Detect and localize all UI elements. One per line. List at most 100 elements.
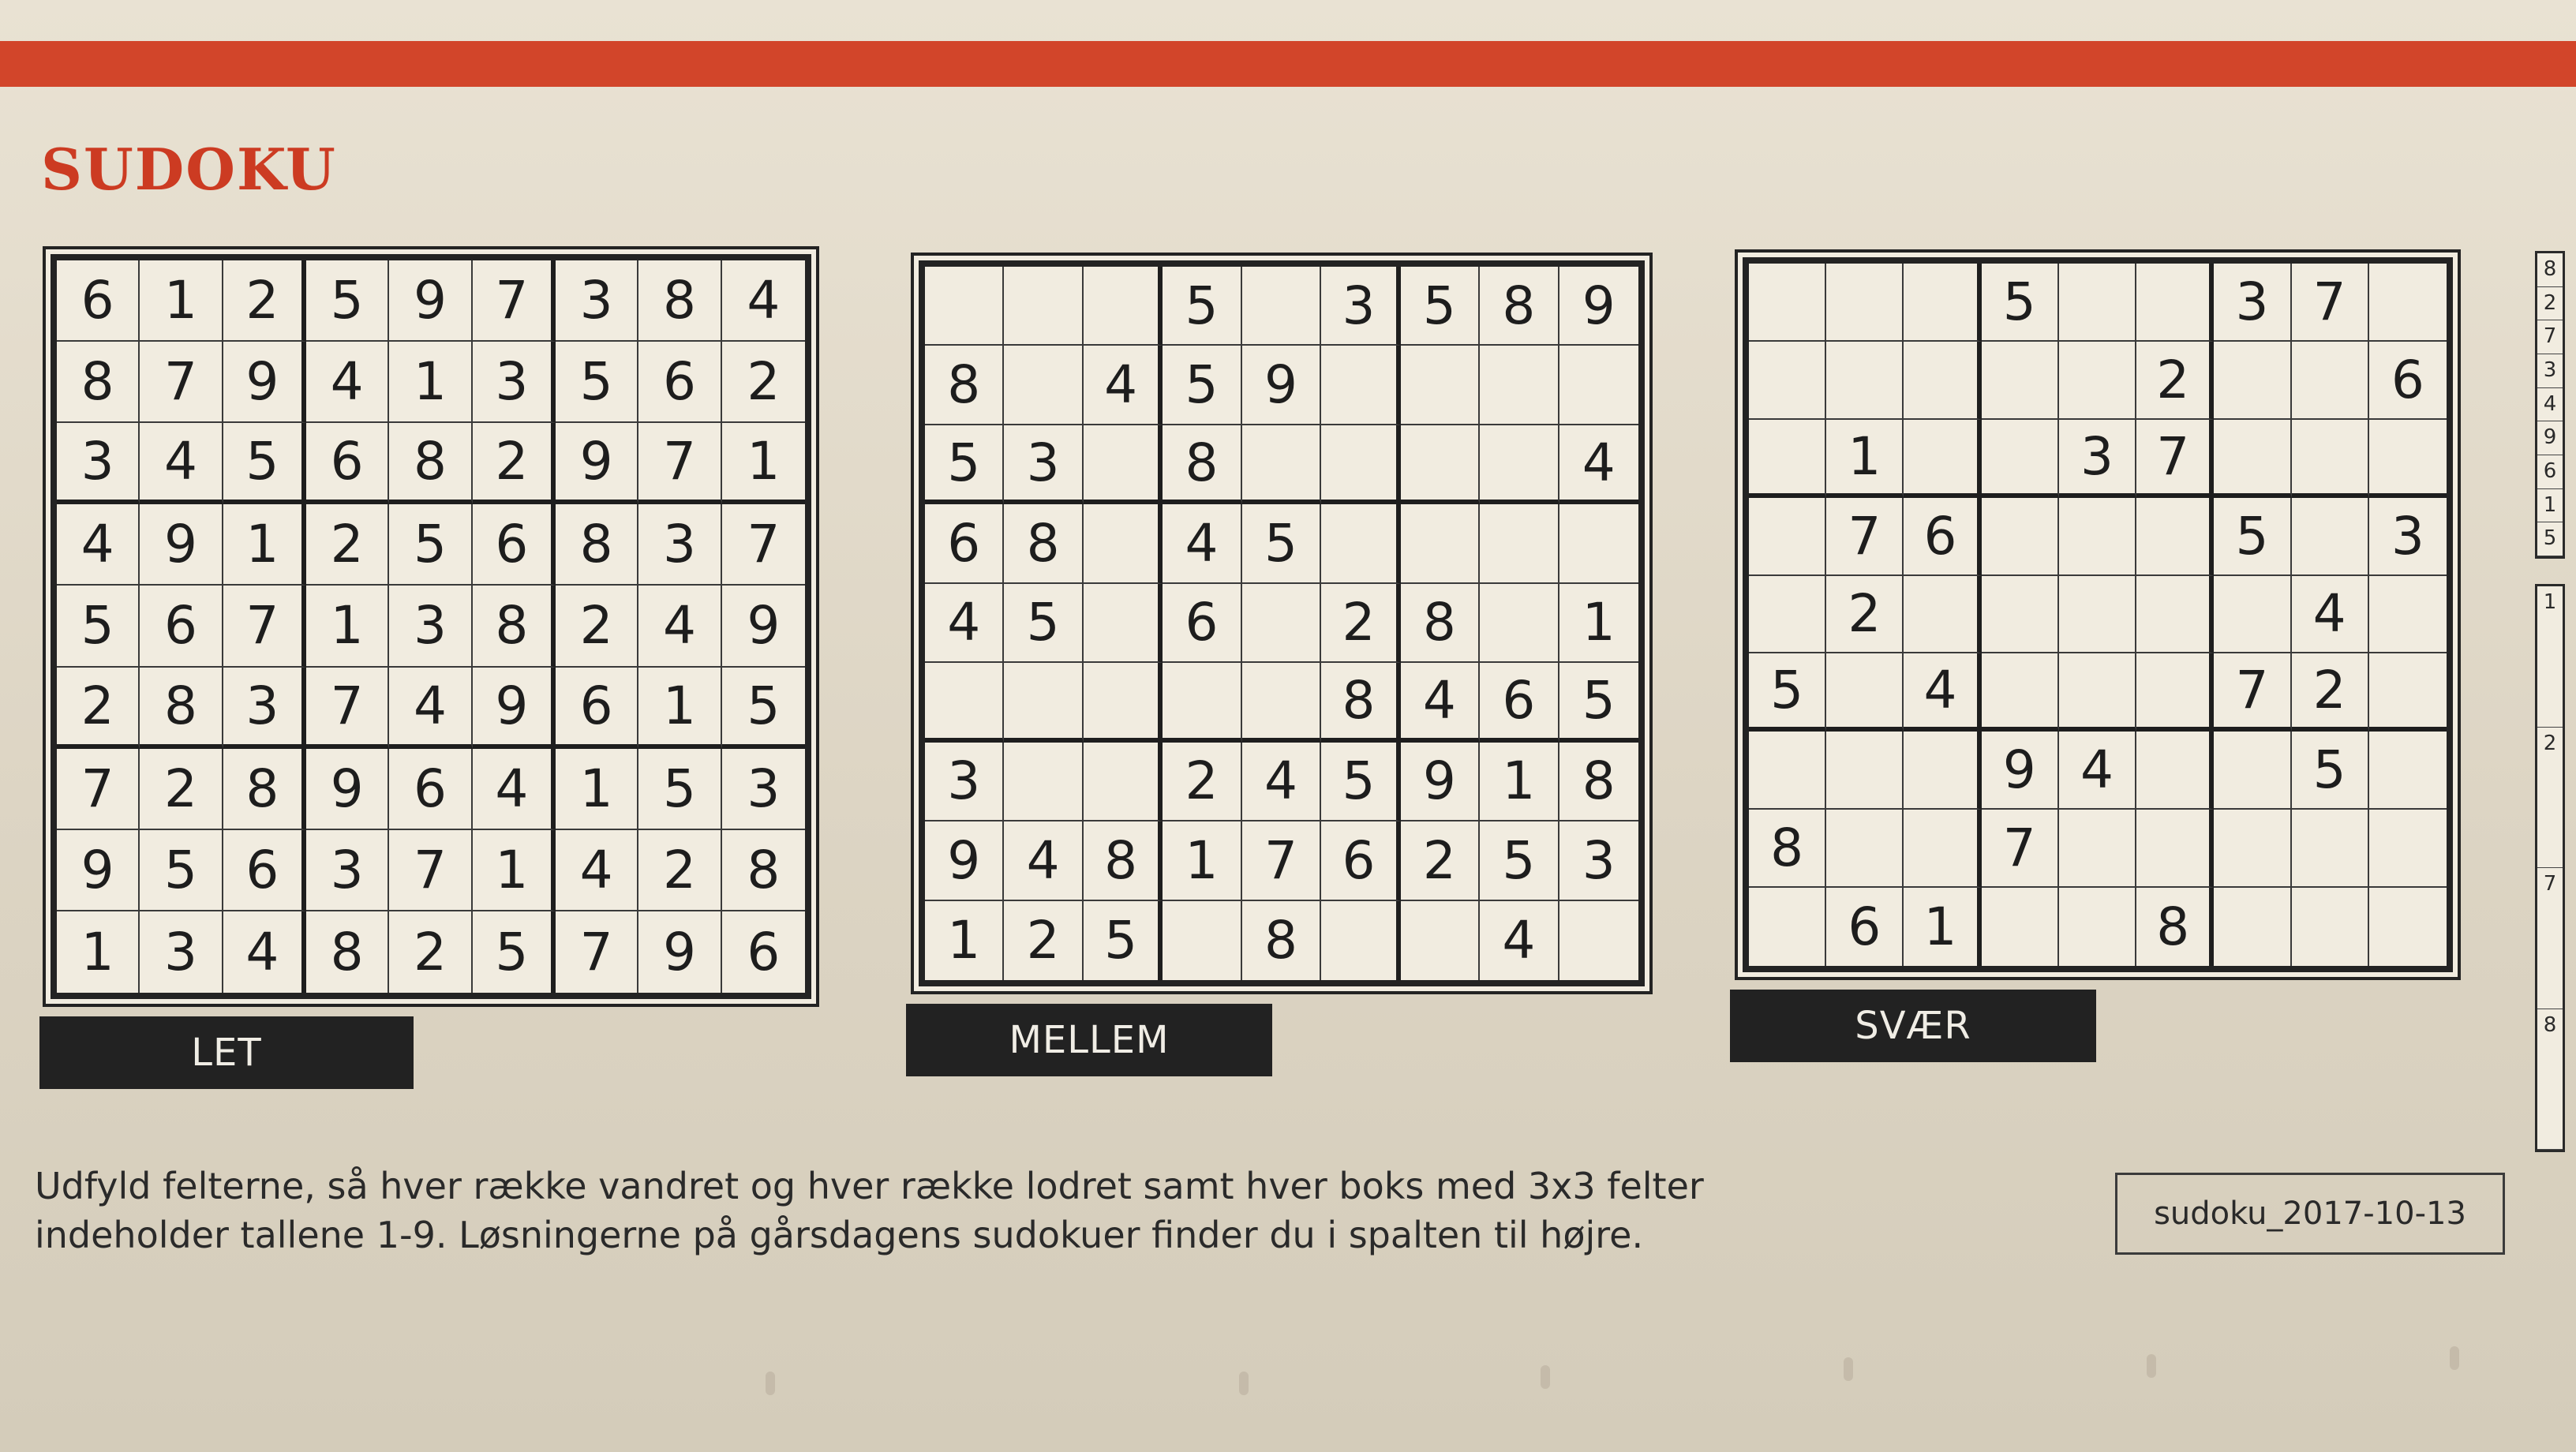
sudoku-cell[interactable] [2291, 497, 2369, 576]
sudoku-cell[interactable] [2291, 419, 2369, 498]
sudoku-cell[interactable] [1904, 341, 1982, 420]
sudoku-cell[interactable] [1749, 419, 1827, 498]
sudoku-cell[interactable]: 8 [140, 667, 223, 749]
sudoku-cell[interactable] [2369, 888, 2447, 966]
sudoku-cell[interactable]: 7 [721, 504, 805, 586]
sudoku-cell[interactable]: 4 [1083, 346, 1163, 425]
sudoku-cell[interactable]: 8 [721, 830, 805, 911]
sudoku-cell[interactable]: 8 [1749, 810, 1827, 889]
sudoku-cell[interactable]: 4 [140, 423, 223, 505]
sudoku-cell[interactable] [1321, 346, 1401, 425]
sudoku-cell[interactable]: 4 [223, 911, 306, 993]
sudoku-cell[interactable]: 8 [223, 748, 306, 830]
sudoku-cell[interactable]: 4 [1004, 821, 1084, 901]
sudoku-cell[interactable]: 9 [57, 829, 140, 911]
sudoku-cell[interactable] [1400, 425, 1481, 505]
sudoku-cell[interactable]: 6 [389, 748, 473, 830]
sudoku-cell[interactable]: 9 [925, 821, 1005, 901]
sudoku-cell[interactable]: 5 [306, 260, 390, 342]
sudoku-cell[interactable] [1559, 504, 1638, 584]
sudoku-cell[interactable] [1400, 346, 1481, 425]
sudoku-cell[interactable]: 6 [925, 504, 1005, 584]
sudoku-cell[interactable]: 4 [389, 667, 473, 749]
sudoku-cell[interactable] [1321, 504, 1401, 584]
sudoku-cell[interactable] [1904, 732, 1982, 810]
sudoku-cell[interactable] [2368, 732, 2447, 810]
sudoku-cell[interactable]: 1 [721, 423, 805, 505]
sudoku-cell[interactable] [1004, 346, 1084, 425]
sudoku-cell[interactable] [2058, 575, 2137, 654]
sudoku-cell[interactable]: 4 [1480, 900, 1559, 980]
sudoku-cell[interactable]: 8 [1242, 900, 1322, 980]
sudoku-cell[interactable] [2136, 653, 2215, 732]
sudoku-cell[interactable] [2368, 576, 2447, 654]
sudoku-cell[interactable]: 4 [721, 260, 805, 342]
sudoku-cell[interactable]: 4 [1400, 663, 1481, 743]
sudoku-cell[interactable] [1241, 267, 1322, 346]
sudoku-cell[interactable]: 2 [638, 829, 722, 911]
sudoku-cell[interactable]: 1 [389, 342, 473, 424]
sudoku-cell[interactable]: 3 [1559, 821, 1638, 901]
sudoku-cell[interactable] [2292, 888, 2369, 966]
sudoku-cell[interactable]: 6 [2368, 342, 2447, 420]
sudoku-cell[interactable]: 2 [1321, 583, 1401, 664]
sudoku-cell[interactable]: 8 [1321, 663, 1401, 743]
sudoku-cell[interactable] [1321, 425, 1401, 505]
sudoku-cell[interactable]: 3 [389, 586, 473, 668]
sudoku-cell[interactable]: 8 [1480, 267, 1559, 346]
sudoku-cell[interactable]: 4 [556, 829, 639, 911]
sudoku-cell[interactable] [2368, 420, 2447, 498]
sudoku-cell[interactable] [1904, 419, 1982, 498]
sudoku-cell[interactable]: 8 [1083, 821, 1163, 901]
sudoku-cell[interactable]: 8 [1163, 425, 1242, 505]
sudoku-cell[interactable]: 8 [306, 911, 390, 993]
sudoku-cell[interactable]: 7 [2214, 653, 2292, 732]
sudoku-cell[interactable]: 1 [1826, 419, 1904, 498]
sudoku-cell[interactable] [2291, 810, 2369, 889]
sudoku-cell[interactable] [2214, 575, 2292, 654]
sudoku-cell[interactable]: 4 [925, 583, 1005, 664]
sudoku-cell[interactable] [2058, 810, 2137, 889]
sudoku-cell[interactable] [1480, 346, 1559, 425]
sudoku-cell[interactable]: 7 [2291, 264, 2369, 342]
sudoku-cell[interactable] [1749, 575, 1827, 654]
sudoku-cell[interactable]: 6 [306, 423, 390, 505]
sudoku-cell[interactable] [2058, 341, 2137, 420]
sudoku-cell[interactable] [2058, 653, 2137, 732]
sudoku-cell[interactable]: 7 [638, 423, 722, 505]
sudoku-cell[interactable]: 4 [2291, 575, 2369, 654]
sudoku-cell[interactable] [1083, 425, 1163, 505]
sudoku-cell[interactable] [1083, 504, 1163, 584]
sudoku-cell[interactable]: 2 [1163, 742, 1242, 822]
sudoku-cell[interactable]: 2 [389, 911, 473, 993]
sudoku-cell[interactable]: 6 [1904, 497, 1982, 576]
sudoku-cell[interactable]: 8 [556, 504, 639, 586]
sudoku-cell[interactable]: 5 [1084, 900, 1163, 980]
sudoku-cell[interactable]: 5 [1480, 821, 1559, 901]
sudoku-cell[interactable]: 6 [1163, 583, 1242, 664]
sudoku-cell[interactable]: 6 [223, 829, 306, 911]
sudoku-cell[interactable]: 5 [721, 668, 805, 749]
sudoku-cell[interactable] [1826, 653, 1904, 732]
sudoku-cell[interactable]: 5 [473, 911, 556, 993]
sudoku-cell[interactable] [2136, 264, 2215, 342]
sudoku-cell[interactable]: 5 [1559, 663, 1638, 743]
sudoku-cell[interactable]: 5 [556, 342, 639, 424]
sudoku-cell[interactable] [1904, 575, 1982, 654]
sudoku-cell[interactable] [2136, 575, 2215, 654]
sudoku-cell[interactable]: 5 [1004, 583, 1084, 664]
sudoku-cell[interactable] [1559, 901, 1638, 980]
sudoku-cell[interactable] [2136, 732, 2215, 810]
sudoku-cell[interactable]: 4 [57, 504, 140, 586]
sudoku-cell[interactable] [1981, 497, 2059, 576]
sudoku-cell[interactable]: 5 [57, 586, 140, 668]
sudoku-cell[interactable] [2291, 341, 2369, 420]
sudoku-cell[interactable]: 1 [140, 260, 223, 342]
sudoku-cell[interactable] [2136, 497, 2215, 576]
sudoku-cell[interactable] [1826, 341, 1904, 420]
sudoku-cell[interactable]: 1 [1904, 888, 1982, 966]
sudoku-cell[interactable]: 8 [1400, 583, 1481, 664]
sudoku-cell[interactable]: 9 [556, 423, 639, 505]
sudoku-cell[interactable]: 5 [2291, 732, 2369, 810]
sudoku-cell[interactable] [1904, 264, 1982, 342]
